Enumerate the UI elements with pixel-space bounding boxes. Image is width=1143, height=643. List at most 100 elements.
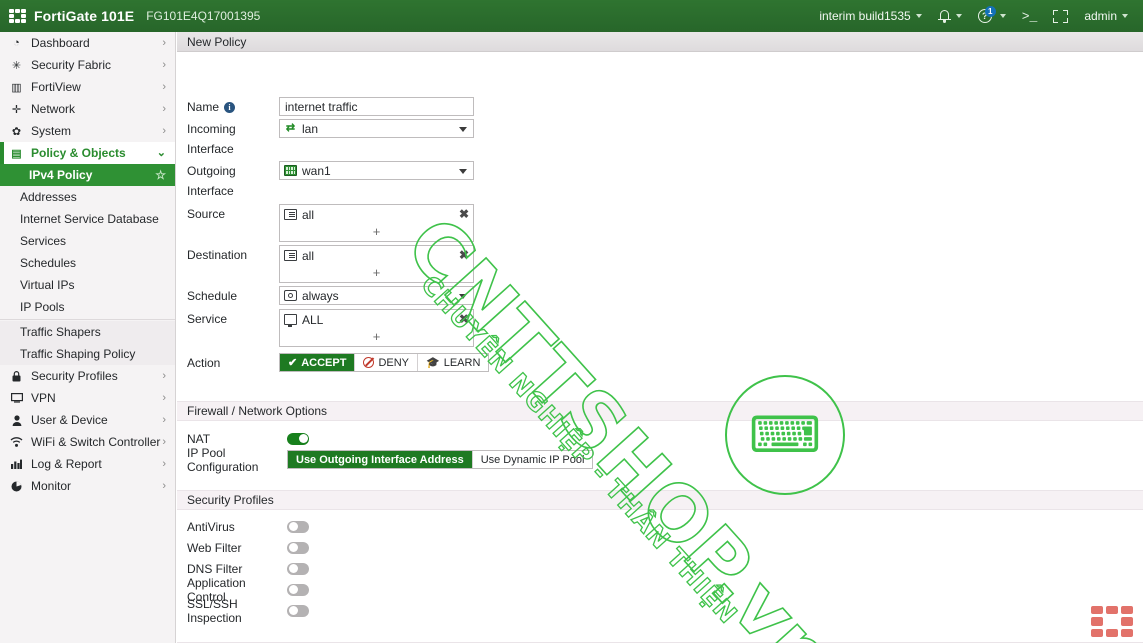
sidebar-item-dashboard[interactable]: ◔ Dashboard › <box>0 32 175 54</box>
sidebar-item-system[interactable]: ✿ System › <box>0 120 175 142</box>
action-learn-label: LEARN <box>443 356 481 369</box>
sidebar-item-label: Services <box>20 234 67 248</box>
system-gear-icon: ✿ <box>11 125 22 138</box>
sidebar-item-label: Security Fabric <box>31 58 112 72</box>
schedule-select[interactable]: always <box>279 286 474 305</box>
sidebar-item-virtual-ips[interactable]: Virtual IPs <box>0 274 175 296</box>
favorite-star-icon[interactable]: ☆ <box>155 168 166 182</box>
sidebar-item-label: System <box>31 124 72 138</box>
main-content-panel: New Policy Namei Incoming Interface ⇄ la… <box>177 32 1143 643</box>
option-row-ssl-ssh-inspection: SSL/SSH Inspection <box>177 597 1143 625</box>
use-dynamic-ip-pool-label: Use Dynamic IP Pool <box>480 453 585 466</box>
sidebar-item-label: Monitor <box>31 479 72 493</box>
sidebar-item-policy-objects[interactable]: ▤ Policy & Objects ⌄ <box>0 142 175 164</box>
fortinet-logo-icon <box>9 9 26 23</box>
remove-service-button[interactable]: ✖ <box>459 312 469 326</box>
outgoing-interface-select[interactable]: wan1 <box>279 161 474 180</box>
ssl-ssh-inspection-label: SSL/SSH Inspection <box>187 596 242 625</box>
sidebar-item-traffic-shapers[interactable]: Traffic Shapers <box>0 321 175 343</box>
sidebar-item-label: VPN <box>31 391 56 405</box>
section-security-profiles: Security Profiles <box>177 490 1143 510</box>
sidebar-item-ipv4-policy[interactable]: IPv4 Policy ☆ <box>0 164 175 186</box>
sidebar-item-wifi-switch-controller[interactable]: WiFi & Switch Controller › <box>0 431 175 453</box>
add-source-button[interactable]: + <box>280 224 473 241</box>
chevron-down-icon <box>459 169 467 174</box>
cli-console-button[interactable]: >_ <box>1015 0 1045 32</box>
build-version-label: interim build1535 <box>819 9 911 23</box>
action-accept-label: ACCEPT <box>301 356 347 369</box>
use-outgoing-interface-address-button[interactable]: Use Outgoing Interface Address <box>288 451 473 468</box>
antivirus-label: AntiVirus <box>187 519 235 534</box>
sidebar-item-traffic-shaping-policy[interactable]: Traffic Shaping Policy <box>0 343 175 365</box>
user-icon <box>9 414 24 427</box>
bar-chart-icon <box>9 458 24 471</box>
action-accept-button[interactable]: ✔ ACCEPT <box>280 354 356 371</box>
incoming-interface-select[interactable]: ⇄ lan <box>279 119 474 138</box>
sidebar-item-label: Schedules <box>20 256 77 270</box>
remove-destination-button[interactable]: ✖ <box>459 248 469 262</box>
sidebar-item-vpn[interactable]: VPN › <box>0 387 175 409</box>
build-version-menu[interactable]: interim build1535 <box>812 0 928 32</box>
name-label: Name <box>187 100 220 114</box>
fortiview-icon: ▥ <box>11 81 22 94</box>
section-title: Security Profiles <box>187 493 274 507</box>
wifi-icon <box>9 436 24 449</box>
antivirus-toggle[interactable] <box>287 520 309 533</box>
application-control-toggle[interactable] <box>287 583 309 596</box>
nat-label: NAT <box>187 431 211 446</box>
sidebar-item-network[interactable]: ✛ Network › <box>0 98 175 120</box>
action-deny-button[interactable]: DENY <box>355 354 419 371</box>
destination-multiselect[interactable]: all ✖ + <box>279 245 474 283</box>
service-object-icon <box>284 314 297 328</box>
web-filter-toggle[interactable] <box>287 541 309 554</box>
sidebar-item-label: Log & Report <box>31 457 102 471</box>
outgoing-interface-value: wan1 <box>302 163 331 178</box>
sidebar-item-addresses[interactable]: Addresses <box>0 186 175 208</box>
info-icon[interactable]: i <box>224 102 236 113</box>
nat-toggle[interactable] <box>287 432 309 445</box>
sidebar-item-user-device[interactable]: User & Device › <box>0 409 175 431</box>
use-dynamic-ip-pool-button[interactable]: Use Dynamic IP Pool <box>473 451 593 468</box>
dns-filter-toggle[interactable] <box>287 562 309 575</box>
remove-source-button[interactable]: ✖ <box>459 207 469 221</box>
help-menu[interactable]: ? 1 <box>971 0 1013 32</box>
destination-label: Destination <box>187 248 248 262</box>
lock-icon <box>9 370 24 383</box>
cli-console-icon: >_ <box>1021 8 1038 24</box>
service-multiselect[interactable]: ALL ✖ + <box>279 309 474 347</box>
policy-name-input[interactable] <box>279 97 474 116</box>
sidebar-item-ip-pools[interactable]: IP Pools <box>0 296 175 318</box>
fullscreen-button[interactable] <box>1046 0 1075 32</box>
schedule-clock-icon <box>284 290 297 301</box>
option-row-ip-pool-configuration: IP Pool Configuration Use Outgoing Inter… <box>177 446 1143 474</box>
device-serial: FG101E4Q17001395 <box>146 9 261 23</box>
ssl-ssh-inspection-toggle[interactable] <box>287 604 309 617</box>
top-header-actions: interim build1535 ? 1 >_ admin <box>812 0 1143 32</box>
chevron-right-icon: › <box>162 391 166 404</box>
sidebar-item-services[interactable]: Services <box>0 230 175 252</box>
add-service-button[interactable]: + <box>280 329 473 346</box>
action-label: Action <box>187 356 221 370</box>
sidebar-item-label: Policy & Objects <box>31 146 126 160</box>
sidebar-item-security-fabric[interactable]: ✳ Security Fabric › <box>0 54 175 76</box>
sidebar-item-label: Traffic Shapers <box>20 325 101 339</box>
sidebar-item-label: Addresses <box>20 190 77 204</box>
user-menu[interactable]: admin <box>1077 0 1135 32</box>
sidebar-item-monitor[interactable]: Monitor › <box>0 475 175 497</box>
use-outgoing-interface-address-label: Use Outgoing Interface Address <box>296 453 464 466</box>
chevron-down-icon <box>955 14 962 18</box>
source-multiselect[interactable]: all ✖ + <box>279 204 474 242</box>
sidebar-item-schedules[interactable]: Schedules <box>0 252 175 274</box>
notifications-menu[interactable] <box>931 0 969 32</box>
sidebar-item-security-profiles[interactable]: Security Profiles › <box>0 365 175 387</box>
chevron-right-icon: › <box>162 102 166 115</box>
sidebar-item-fortiview[interactable]: ▥ FortiView › <box>0 76 175 98</box>
action-learn-button[interactable]: 🎓 LEARN <box>418 354 488 371</box>
section-title: Firewall / Network Options <box>187 404 328 418</box>
panel-title-bar: New Policy <box>177 32 1143 52</box>
sidebar-item-label: IP Pools <box>20 300 65 314</box>
add-destination-button[interactable]: + <box>280 265 473 282</box>
sidebar-item-log-report[interactable]: Log & Report › <box>0 453 175 475</box>
sidebar-item-internet-service-database[interactable]: Internet Service Database <box>0 208 175 230</box>
product-name: FortiGate 101E <box>34 8 135 24</box>
